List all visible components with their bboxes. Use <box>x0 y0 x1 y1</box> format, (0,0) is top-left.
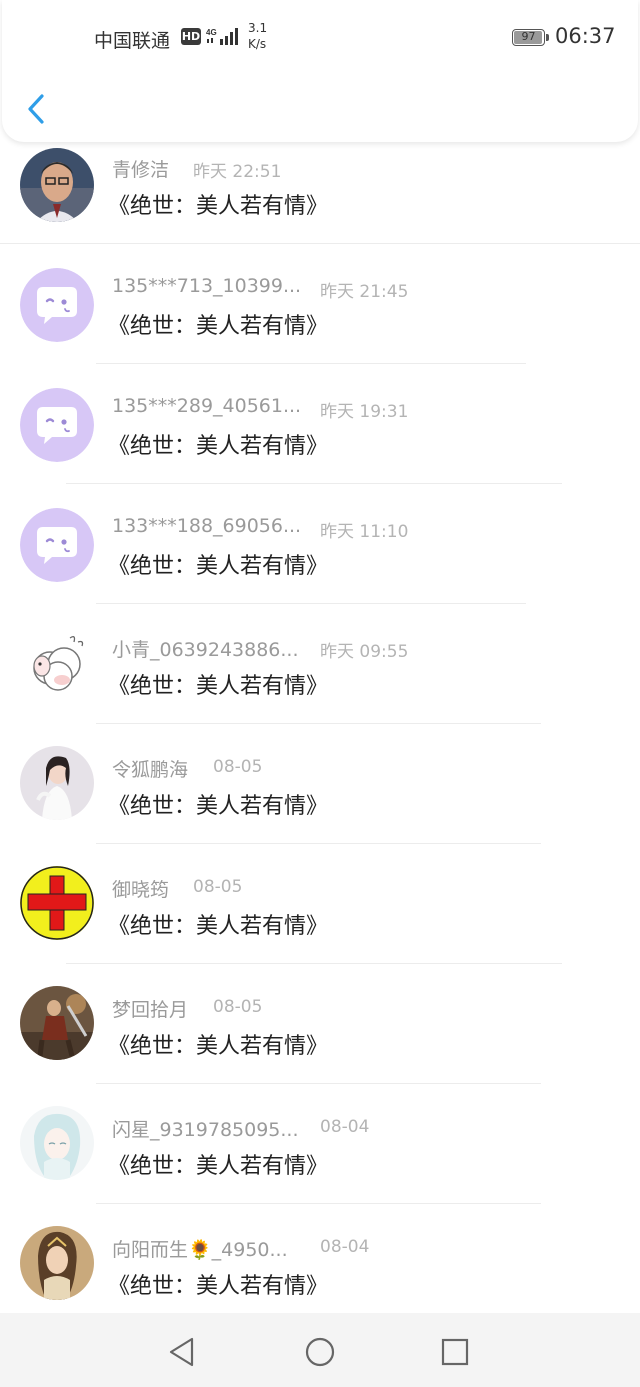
comment-time: 昨天 09:55 <box>320 642 409 662</box>
comment-text: 《绝世：美人若有情》 <box>108 914 329 939</box>
list-item[interactable]: 青修洁 昨天 22:51 《绝世：美人若有情》 <box>0 124 640 244</box>
speed-value: 3.1 <box>248 21 268 35</box>
battery-icon: 97 <box>512 29 549 46</box>
chevron-left-icon <box>28 94 44 124</box>
comment-text: 《绝世：美人若有情》 <box>108 794 329 819</box>
comment-time: 08-05 <box>213 757 263 777</box>
comment-time: 昨天 11:10 <box>320 522 409 542</box>
commenter-name[interactable]: 向阳而生🌻_4950... <box>112 1235 288 1262</box>
comment-text: 《绝世：美人若有情》 <box>108 674 329 699</box>
comment-text: 《绝世：美人若有情》 <box>108 1034 329 1059</box>
speed-unit: K/s <box>248 37 267 51</box>
avatar[interactable] <box>20 866 94 940</box>
commenter-name[interactable]: 梦回拾月 <box>112 995 188 1022</box>
square-recents-icon <box>441 1338 469 1366</box>
avatar[interactable] <box>20 1226 94 1300</box>
circle-home-icon <box>305 1337 335 1367</box>
list-item[interactable]: 令狐鹏海 08-05 《绝世：美人若有情》 <box>0 724 640 844</box>
comment-text: 《绝世：美人若有情》 <box>108 554 329 579</box>
avatar[interactable] <box>20 746 94 820</box>
network-type: 4G <box>206 28 217 37</box>
commenter-name[interactable]: 133***188_69056... <box>112 515 301 537</box>
list-item[interactable]: 御晓筠 08-05 《绝世：美人若有情》 <box>0 844 640 964</box>
list-item[interactable]: 133***188_69056... 昨天 11:10 《绝世：美人若有情》 <box>0 484 640 604</box>
list-item[interactable]: 向阳而生🌻_4950... 08-04 《绝世：美人若有情》 <box>0 1204 640 1324</box>
triangle-back-icon <box>169 1337 194 1367</box>
status-time: 06:37 <box>555 24 616 48</box>
comment-time: 昨天 22:51 <box>193 162 282 182</box>
comment-text: 《绝世：美人若有情》 <box>108 194 329 219</box>
list-item[interactable]: 135***713_10399... 昨天 21:45 《绝世：美人若有情》 <box>0 244 640 364</box>
nav-recents-button[interactable] <box>438 1335 472 1369</box>
app-header: 中国联通 HD 4G 3.1 K/s 97 06:37 <box>2 0 638 142</box>
comment-text: 《绝世：美人若有情》 <box>108 1274 329 1299</box>
commenter-name[interactable]: 小青_0639243886... <box>112 635 299 662</box>
commenter-name[interactable]: 闪星_9319785095... <box>112 1115 299 1142</box>
avatar[interactable] <box>20 388 94 462</box>
commenter-name[interactable]: 御晓筠 <box>112 875 169 902</box>
comment-time: 08-05 <box>213 997 263 1017</box>
comment-text: 《绝世：美人若有情》 <box>108 314 329 339</box>
commenter-name[interactable]: 青修洁 <box>112 155 169 182</box>
avatar[interactable] <box>20 1106 94 1180</box>
battery-level: 97 <box>521 30 536 43</box>
list-item[interactable]: 小青_0639243886... 昨天 09:55 《绝世：美人若有情》 <box>0 604 640 724</box>
commenter-name[interactable]: 135***713_10399... <box>112 275 301 297</box>
avatar[interactable] <box>20 268 94 342</box>
back-button[interactable] <box>22 92 52 126</box>
comment-text: 《绝世：美人若有情》 <box>108 1154 329 1179</box>
list-item[interactable]: 梦回拾月 08-05 《绝世：美人若有情》 <box>0 964 640 1084</box>
comment-time: 昨天 21:45 <box>320 282 409 302</box>
comment-time: 08-04 <box>320 1237 370 1257</box>
avatar[interactable] <box>20 508 94 582</box>
nav-back-button[interactable] <box>166 1335 200 1369</box>
list-item[interactable]: 闪星_9319785095... 08-04 《绝世：美人若有情》 <box>0 1084 640 1204</box>
carrier-name: 中国联通 <box>94 30 171 52</box>
nav-home-button[interactable] <box>303 1335 337 1369</box>
network-speed: 3.1 K/s <box>248 20 267 52</box>
signal-strength-icon: 4G <box>206 28 238 45</box>
comment-text: 《绝世：美人若有情》 <box>108 434 329 459</box>
comment-time: 昨天 19:31 <box>320 402 409 422</box>
system-nav-bar <box>0 1313 640 1387</box>
avatar[interactable] <box>20 148 94 222</box>
commenter-name[interactable]: 令狐鹏海 <box>112 755 188 782</box>
avatar[interactable] <box>20 628 94 702</box>
commenter-name[interactable]: 135***289_40561... <box>112 395 301 417</box>
comment-time: 08-05 <box>193 877 243 897</box>
comment-time: 08-04 <box>320 1117 370 1137</box>
avatar[interactable] <box>20 986 94 1060</box>
list-item[interactable]: 135***289_40561... 昨天 19:31 《绝世：美人若有情》 <box>0 364 640 484</box>
hd-badge: HD <box>181 28 201 45</box>
